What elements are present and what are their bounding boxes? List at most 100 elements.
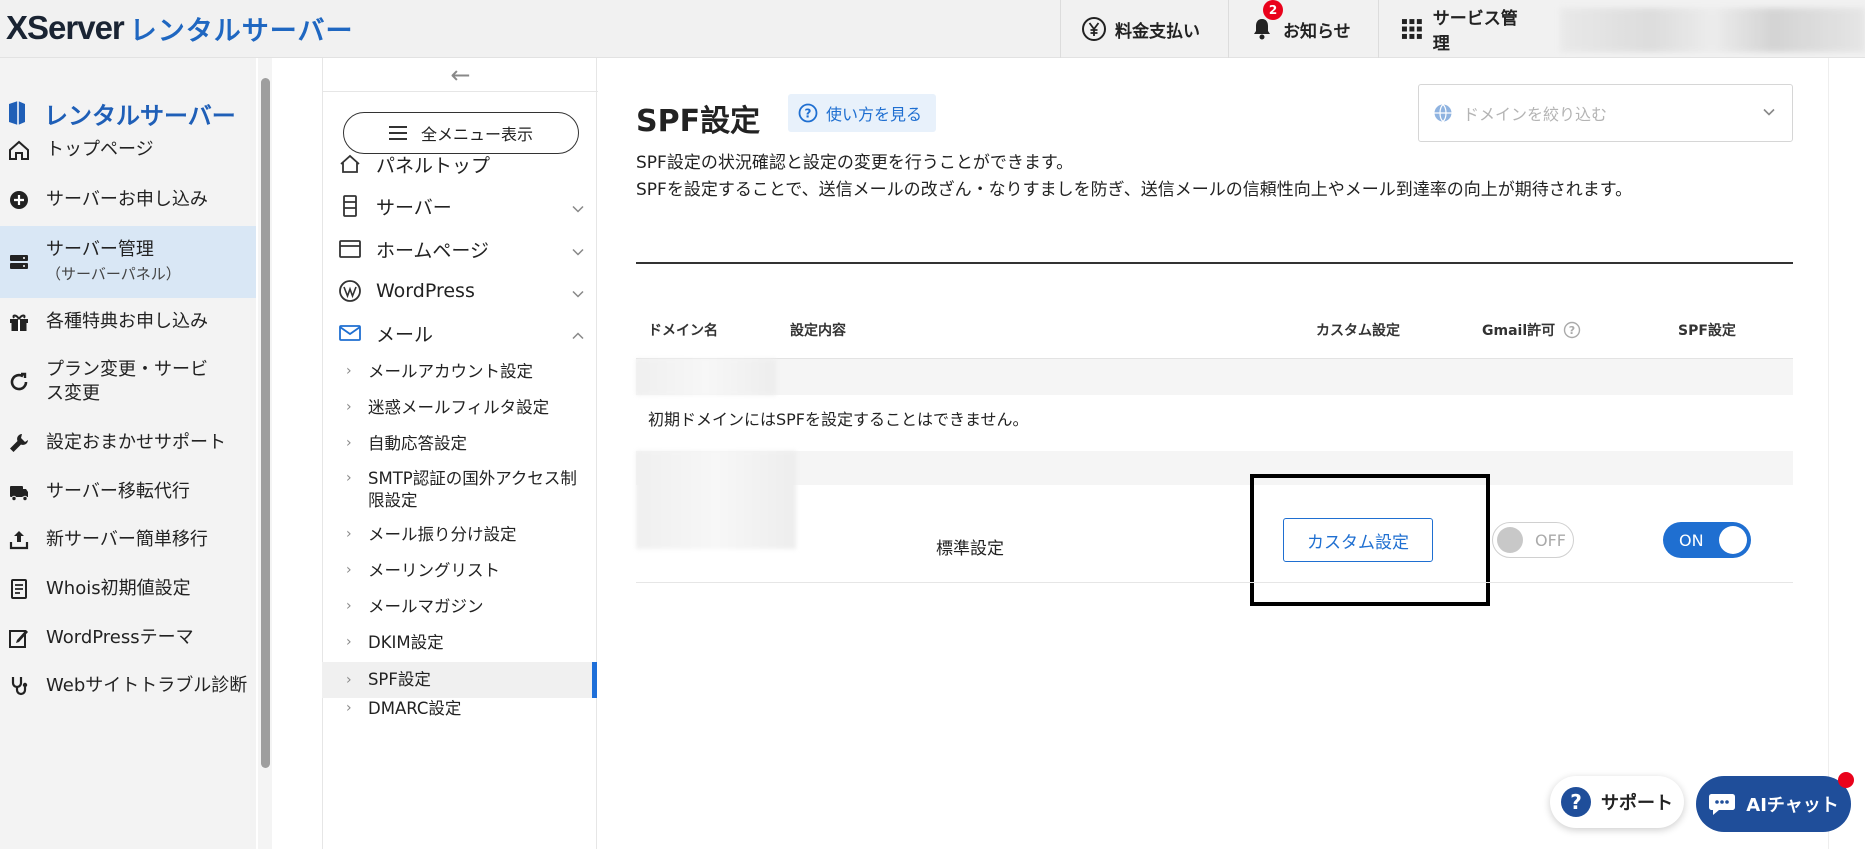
notice-badge: 2 [1263, 0, 1283, 20]
page-title: SPF設定 [636, 104, 761, 139]
sidebar-item-9[interactable]: WordPressテーマ [0, 614, 256, 662]
mail-submenu-item-3[interactable]: › SMTP認証の国外アクセス制限設定 [322, 468, 597, 512]
chevron-right-icon: › [346, 399, 352, 415]
panel-menu-item-1[interactable]: サーバー [322, 188, 597, 224]
mail-submenu-item-8[interactable]: › SPF設定 [322, 662, 597, 698]
sidebar-item-label: WordPressテーマ [46, 626, 194, 650]
document-icon [6, 576, 32, 602]
scrollbar-thumb[interactable] [261, 78, 270, 768]
sidebar-item-7[interactable]: 新サーバー簡単移行 [0, 516, 256, 564]
sidebar-item-6[interactable]: サーバー移転代行 [0, 468, 256, 516]
truck-icon [6, 479, 32, 505]
col-custom: カスタム設定 [1316, 323, 1400, 339]
svg-text:?: ? [1569, 324, 1575, 337]
domain-row-initial [636, 359, 1793, 395]
sidebar-item-2[interactable]: サーバー管理 （サーバーパネル） [0, 226, 256, 298]
chevron-right-icon: › [346, 598, 352, 614]
wrench-icon [6, 430, 32, 456]
panel-menu-item-4[interactable]: メール [322, 315, 597, 351]
mail-submenu-label: SMTP認証の国外アクセス制限設定 [368, 469, 577, 510]
description-line-1: SPF設定の状況確認と設定の変更を行うことができます。 [636, 153, 1074, 173]
sidebar-item-0[interactable]: トップページ [0, 126, 256, 174]
chevron-down-icon [571, 284, 585, 298]
sidebar-item-text: プラン変更・サービス変更 [46, 359, 208, 404]
grid-icon [1401, 19, 1422, 39]
sidebar-item-text: トップページ [46, 139, 154, 160]
mail-submenu-item-4[interactable]: › メール振り分け設定 [322, 524, 597, 548]
chevron-down-icon [1763, 108, 1775, 116]
help-circle-icon: ? [798, 103, 818, 123]
mail-submenu-label: メーリングリスト [368, 561, 500, 580]
mail-submenu-label: DMARC設定 [368, 699, 462, 718]
sidebar-item-8[interactable]: Whois初期値設定 [0, 565, 256, 613]
mail-submenu-item-9[interactable]: › DMARC設定 [322, 698, 597, 722]
sidebar-item-label: Webサイトトラブル診断 [46, 674, 247, 698]
server-icon [6, 249, 32, 275]
ai-chat-button[interactable]: AIチャット [1696, 776, 1851, 832]
home-icon [338, 152, 362, 176]
notice-button[interactable]: 2 お知らせ [1228, 0, 1378, 58]
chevron-right-icon: › [346, 700, 352, 716]
service-management-button[interactable]: サービス管理 [1378, 0, 1554, 58]
panel-menu-item-0[interactable]: パネルトップ [322, 146, 597, 182]
mail-submenu-item-6[interactable]: › メールマガジン [322, 596, 597, 620]
howto-label: 使い方を見る [826, 105, 923, 124]
spf-toggle[interactable]: ON [1663, 522, 1751, 558]
logo-main: XServer [6, 9, 125, 46]
plus-circle-icon [6, 187, 32, 213]
left-scrollbar[interactable] [258, 58, 272, 849]
mail-submenu-label: SPF設定 [367, 670, 431, 689]
mail-submenu-item-7[interactable]: › DKIM設定 [322, 632, 597, 656]
sidebar-item-3[interactable]: 各種特典お申し込み [0, 298, 256, 346]
mail-submenu-item-0[interactable]: › メールアカウント設定 [322, 361, 597, 385]
sidebar-item-text: WordPressテーマ [46, 627, 194, 648]
col-domain: ドメイン名 [648, 323, 718, 339]
sidebar-item-label: 新サーバー簡単移行 [46, 528, 208, 552]
panel-menu-label: ホームページ [376, 239, 490, 262]
panel-menu-item-3[interactable]: WordPress [322, 273, 597, 309]
sidebar-item-10[interactable]: Webサイトトラブル診断 [0, 662, 256, 710]
upload-icon [6, 527, 32, 553]
chevron-right-icon: › [346, 470, 352, 486]
sidebar-item-label: 設定おまかせサポート [46, 431, 226, 455]
all-menu-label: 全メニュー表示 [420, 125, 533, 144]
sidebar-item-text: 設定おまかせサポート [46, 432, 226, 453]
mail-submenu-item-1[interactable]: › 迷惑メールフィルタ設定 [322, 397, 597, 421]
col-gmail-label: Gmail許可 [1482, 323, 1556, 339]
right-scroll-area[interactable] [1828, 58, 1865, 849]
sidebar-item-1[interactable]: サーバーお申し込み [0, 176, 256, 224]
mail-submenu-label: 迷惑メールフィルタ設定 [368, 398, 550, 417]
collapse-arrow-icon[interactable]: ← [323, 58, 598, 92]
xserver-logo[interactable]: XServer レンタルサーバー [6, 8, 354, 48]
mail-submenu-item-2[interactable]: › 自動応答設定 [322, 433, 597, 457]
sidebar-item-subtext: （サーバーパネル） [46, 265, 181, 283]
gmail-allow-toggle[interactable]: OFF [1492, 522, 1574, 558]
yen-icon [1082, 17, 1106, 41]
panel-menu-label: パネルトップ [376, 154, 491, 177]
gmail-help-icon[interactable]: ? [1563, 321, 1581, 339]
gift-icon [6, 309, 32, 335]
sidebar-item-label: サーバー管理 （サーバーパネル） [46, 238, 181, 286]
ai-chat-label: AIチャット [1746, 795, 1839, 816]
howto-button[interactable]: ? 使い方を見る [788, 94, 937, 132]
payment-label: 料金支払い [1115, 21, 1200, 42]
user-account-area[interactable] [1560, 8, 1865, 52]
sidebar-item-5[interactable]: 設定おまかせサポート [0, 419, 256, 467]
panel-menu-label: メール [376, 323, 434, 346]
mail-submenu-item-5[interactable]: › メーリングリスト [322, 560, 597, 584]
sidebar-item-text: サーバーお申し込み [46, 189, 208, 210]
panel-menu-item-2[interactable]: ホームページ [322, 231, 597, 267]
support-button[interactable]: ? サポート [1550, 776, 1684, 828]
title-divider [636, 262, 1793, 264]
row-divider [636, 582, 1793, 583]
chevron-right-icon: › [346, 363, 352, 379]
sidebar-item-4[interactable]: プラン変更・サービス変更 [0, 346, 256, 418]
edit-icon [6, 625, 32, 651]
payment-button[interactable]: 料金支払い [1060, 0, 1228, 58]
domain-filter-select[interactable]: ドメインを絞り込む [1418, 84, 1793, 142]
description-line-2: SPFを設定することで、送信メールの改ざん・なりすましを防ぎ、送信メールの信頼性… [636, 180, 1633, 200]
domain-filter-placeholder: ドメインを絞り込む [1463, 105, 1608, 124]
sidebar-item-label: プラン変更・サービス変更 [46, 358, 221, 406]
main-content: SPF設定 ? 使い方を見る ドメインを絞り込む SPF設定の状況確認と設定の変… [598, 58, 1828, 849]
toggle-knob [1719, 526, 1747, 554]
